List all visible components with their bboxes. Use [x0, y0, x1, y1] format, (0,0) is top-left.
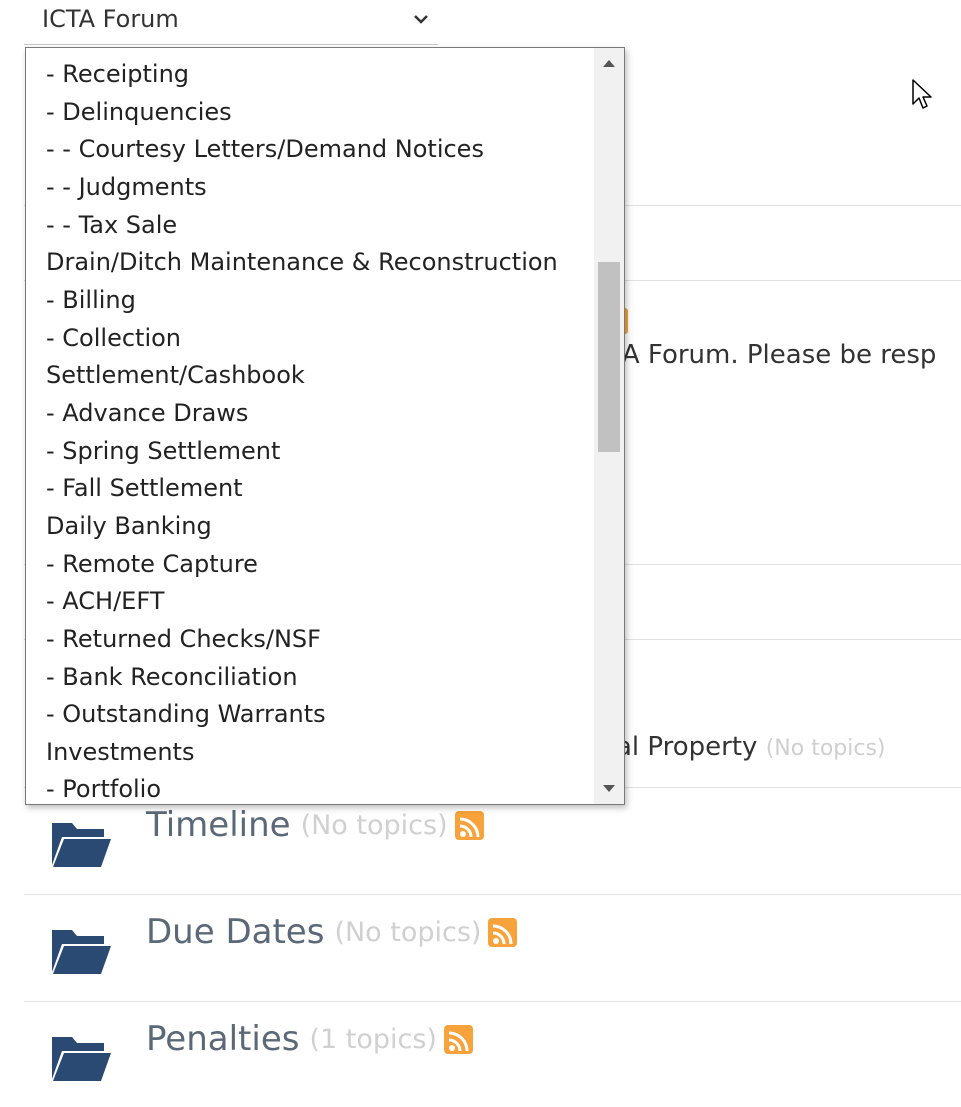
topic-count: (No topics)	[300, 809, 448, 841]
scroll-up-arrow-icon[interactable]	[603, 60, 615, 67]
dropdown-option[interactable]: - Spring Settlement	[26, 433, 592, 471]
rss-icon[interactable]	[443, 1024, 473, 1054]
rss-icon[interactable]	[488, 917, 518, 947]
forum-title[interactable]: Due Dates (No topics)	[146, 912, 518, 952]
folder-icon	[52, 930, 111, 974]
dropdown-option[interactable]: Investments	[26, 734, 592, 772]
dropdown-scrollbar[interactable]	[594, 48, 624, 804]
dropdown-options: - Receipting - Delinquencies - - Courtes…	[26, 56, 592, 804]
dropdown-option[interactable]: - Returned Checks/NSF	[26, 621, 592, 659]
dropdown-option[interactable]: - ACH/EFT	[26, 583, 592, 621]
topic-count: (No topics)	[765, 736, 886, 761]
dropdown-option[interactable]: Daily Banking	[26, 508, 592, 546]
forum-title[interactable]: Penalties (1 topics)	[146, 1019, 473, 1059]
dropdown-option[interactable]: - Fall Settlement	[26, 470, 592, 508]
folder-icon	[52, 823, 111, 867]
dropdown-option[interactable]: - Portfolio	[26, 771, 592, 804]
dropdown-option[interactable]: - Advance Draws	[26, 395, 592, 433]
chevron-down-icon[interactable]	[412, 10, 430, 28]
forum-row-penalties[interactable]: Penalties (1 topics)	[24, 1001, 961, 1107]
topic-count: (No topics)	[334, 916, 482, 948]
dropdown-option[interactable]: - Bank Reconciliation	[26, 659, 592, 697]
forum-notice-text: TA Forum. Please be resp	[608, 340, 937, 370]
forum-title-partial-text: al Property	[616, 732, 758, 762]
dropdown-option[interactable]: - Remote Capture	[26, 546, 592, 584]
forum-title-text: Due Dates	[146, 912, 325, 952]
topic-count: (1 topics)	[309, 1023, 437, 1055]
forum-select[interactable]: ICTA Forum	[24, 0, 438, 45]
forum-title-partial[interactable]: al Property (No topics)	[616, 732, 886, 762]
scroll-down-arrow-icon[interactable]	[603, 785, 615, 792]
dropdown-option[interactable]: - - Tax Sale	[26, 207, 592, 245]
dropdown-option[interactable]: - Delinquencies	[26, 94, 592, 132]
rss-icon[interactable]	[454, 810, 484, 840]
dropdown-option[interactable]: - - Courtesy Letters/Demand Notices	[26, 131, 592, 169]
mouse-cursor-icon	[912, 79, 932, 109]
scrollbar-thumb[interactable]	[598, 262, 620, 452]
forum-select-label: ICTA Forum	[42, 5, 179, 33]
dropdown-option[interactable]: Settlement/Cashbook	[26, 357, 592, 395]
dropdown-option[interactable]: Drain/Ditch Maintenance & Reconstruction	[26, 244, 592, 282]
forum-title-text: Penalties	[146, 1019, 300, 1059]
folder-icon	[52, 1037, 111, 1081]
dropdown-option[interactable]: - - Judgments	[26, 169, 592, 207]
dropdown-option[interactable]: - Receipting	[26, 56, 592, 94]
forum-dropdown-list[interactable]: - Receipting - Delinquencies - - Courtes…	[25, 47, 625, 805]
dropdown-option[interactable]: - Collection	[26, 320, 592, 358]
forum-title-text: Timeline	[146, 805, 291, 845]
dropdown-option[interactable]: - Outstanding Warrants	[26, 696, 592, 734]
dropdown-option[interactable]: - Billing	[26, 282, 592, 320]
forum-title[interactable]: Timeline (No topics)	[146, 805, 484, 845]
forum-row-due-dates[interactable]: Due Dates (No topics)	[24, 894, 961, 1000]
